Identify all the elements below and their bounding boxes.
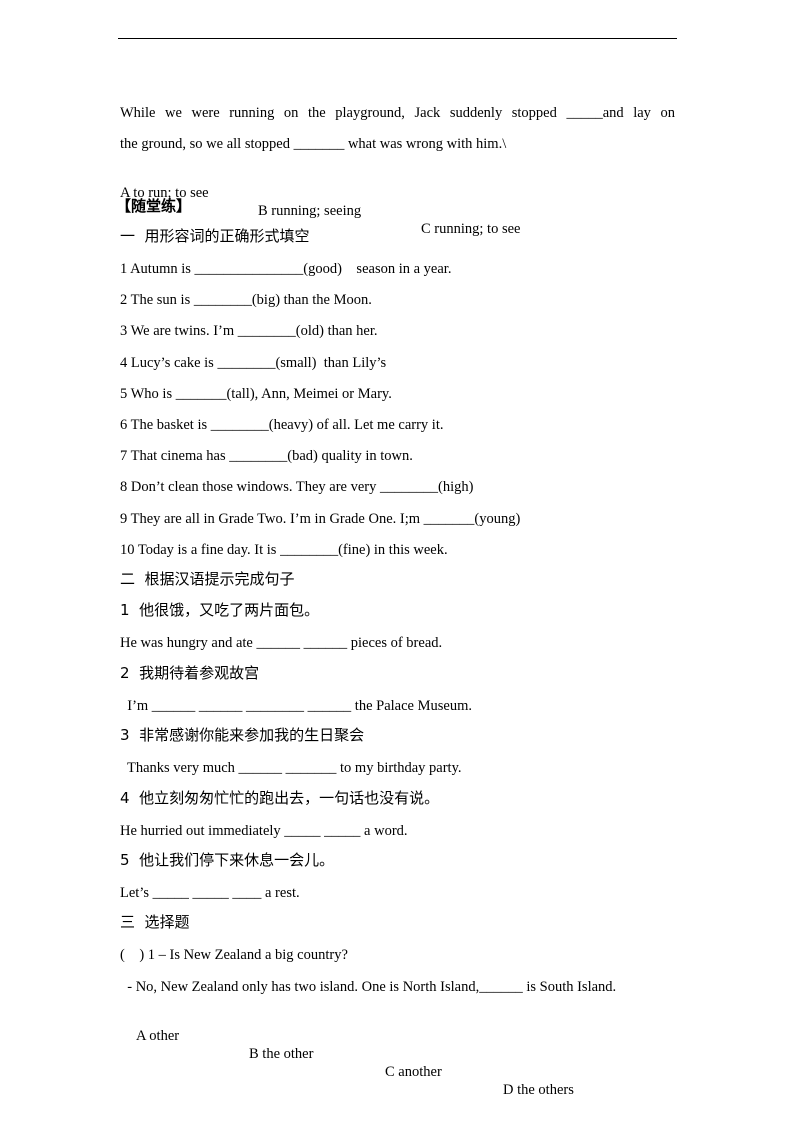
- section2-prompt: 2 我期待着参观故宫: [120, 664, 260, 682]
- section1-item: 8 Don’t clean those windows. They are ve…: [120, 479, 474, 495]
- section1-title: 一 用形容词的正确形式填空: [120, 227, 310, 245]
- section1-item: 4 Lucy’s cake is ________(small) than Li…: [120, 355, 387, 371]
- section3-question-reply: - No, New Zealand only has two island. O…: [120, 979, 617, 995]
- section2-answer: He hurried out immediately _____ _____ a…: [120, 823, 408, 839]
- option-c: C running; to see: [421, 221, 521, 237]
- section2-answer: Thanks very much ______ _______ to my bi…: [120, 760, 462, 776]
- section1-item: 9 They are all in Grade Two. I’m in Grad…: [120, 511, 521, 527]
- section1-item: 1 Autumn is _______________(good) season…: [120, 261, 452, 277]
- section1-item: 10 Today is a fine day. It is ________(f…: [120, 542, 448, 558]
- section3-question-options: A other B the other C another D the othe…: [120, 1009, 574, 1099]
- section2-title: 二 根据汉语提示完成句子: [120, 570, 295, 588]
- intro-question-line-1: While we were running on the playground,…: [120, 105, 675, 121]
- section2-prompt: 4 他立刻匆匆忙忙的跑出去，一句话也没有说。: [120, 789, 440, 807]
- intro-question-line-2: the ground, so we all stopped _______ wh…: [120, 136, 507, 152]
- section1-item: 2 The sun is ________(big) than the Moon…: [120, 292, 372, 308]
- option-b: B the other: [249, 1046, 314, 1062]
- section1-item: 3 We are twins. I’m ________(old) than h…: [120, 323, 378, 339]
- header-rule: [118, 38, 677, 39]
- section2-prompt: 5 他让我们停下来休息一会儿。: [120, 851, 335, 869]
- section1-item: 5 Who is _______(tall), Ann, Meimei or M…: [120, 386, 392, 402]
- option-c: C another: [385, 1064, 442, 1080]
- section1-item: 6 The basket is ________(heavy) of all. …: [120, 417, 444, 433]
- section2-answer: I’m ______ ______ ________ ______ the Pa…: [120, 698, 472, 714]
- option-a: A other: [136, 1028, 180, 1044]
- option-b: B running; seeing: [258, 203, 362, 219]
- section2-answer: He was hungry and ate ______ ______ piec…: [120, 635, 443, 651]
- section3-title: 三 选择题: [120, 913, 190, 931]
- section3-question-stem: ( ) 1 – Is New Zealand a big country?: [120, 947, 348, 963]
- practice-heading: 【随堂练】: [116, 197, 192, 215]
- option-d: D the others: [503, 1082, 574, 1098]
- section2-prompt: 1 他很饿，又吃了两片面包。: [120, 601, 320, 619]
- section2-prompt: 3 非常感谢你能来参加我的生日聚会: [120, 726, 365, 744]
- section2-answer: Let’s _____ _____ ____ a rest.: [120, 885, 300, 901]
- section1-item: 7 That cinema has ________(bad) quality …: [120, 448, 413, 464]
